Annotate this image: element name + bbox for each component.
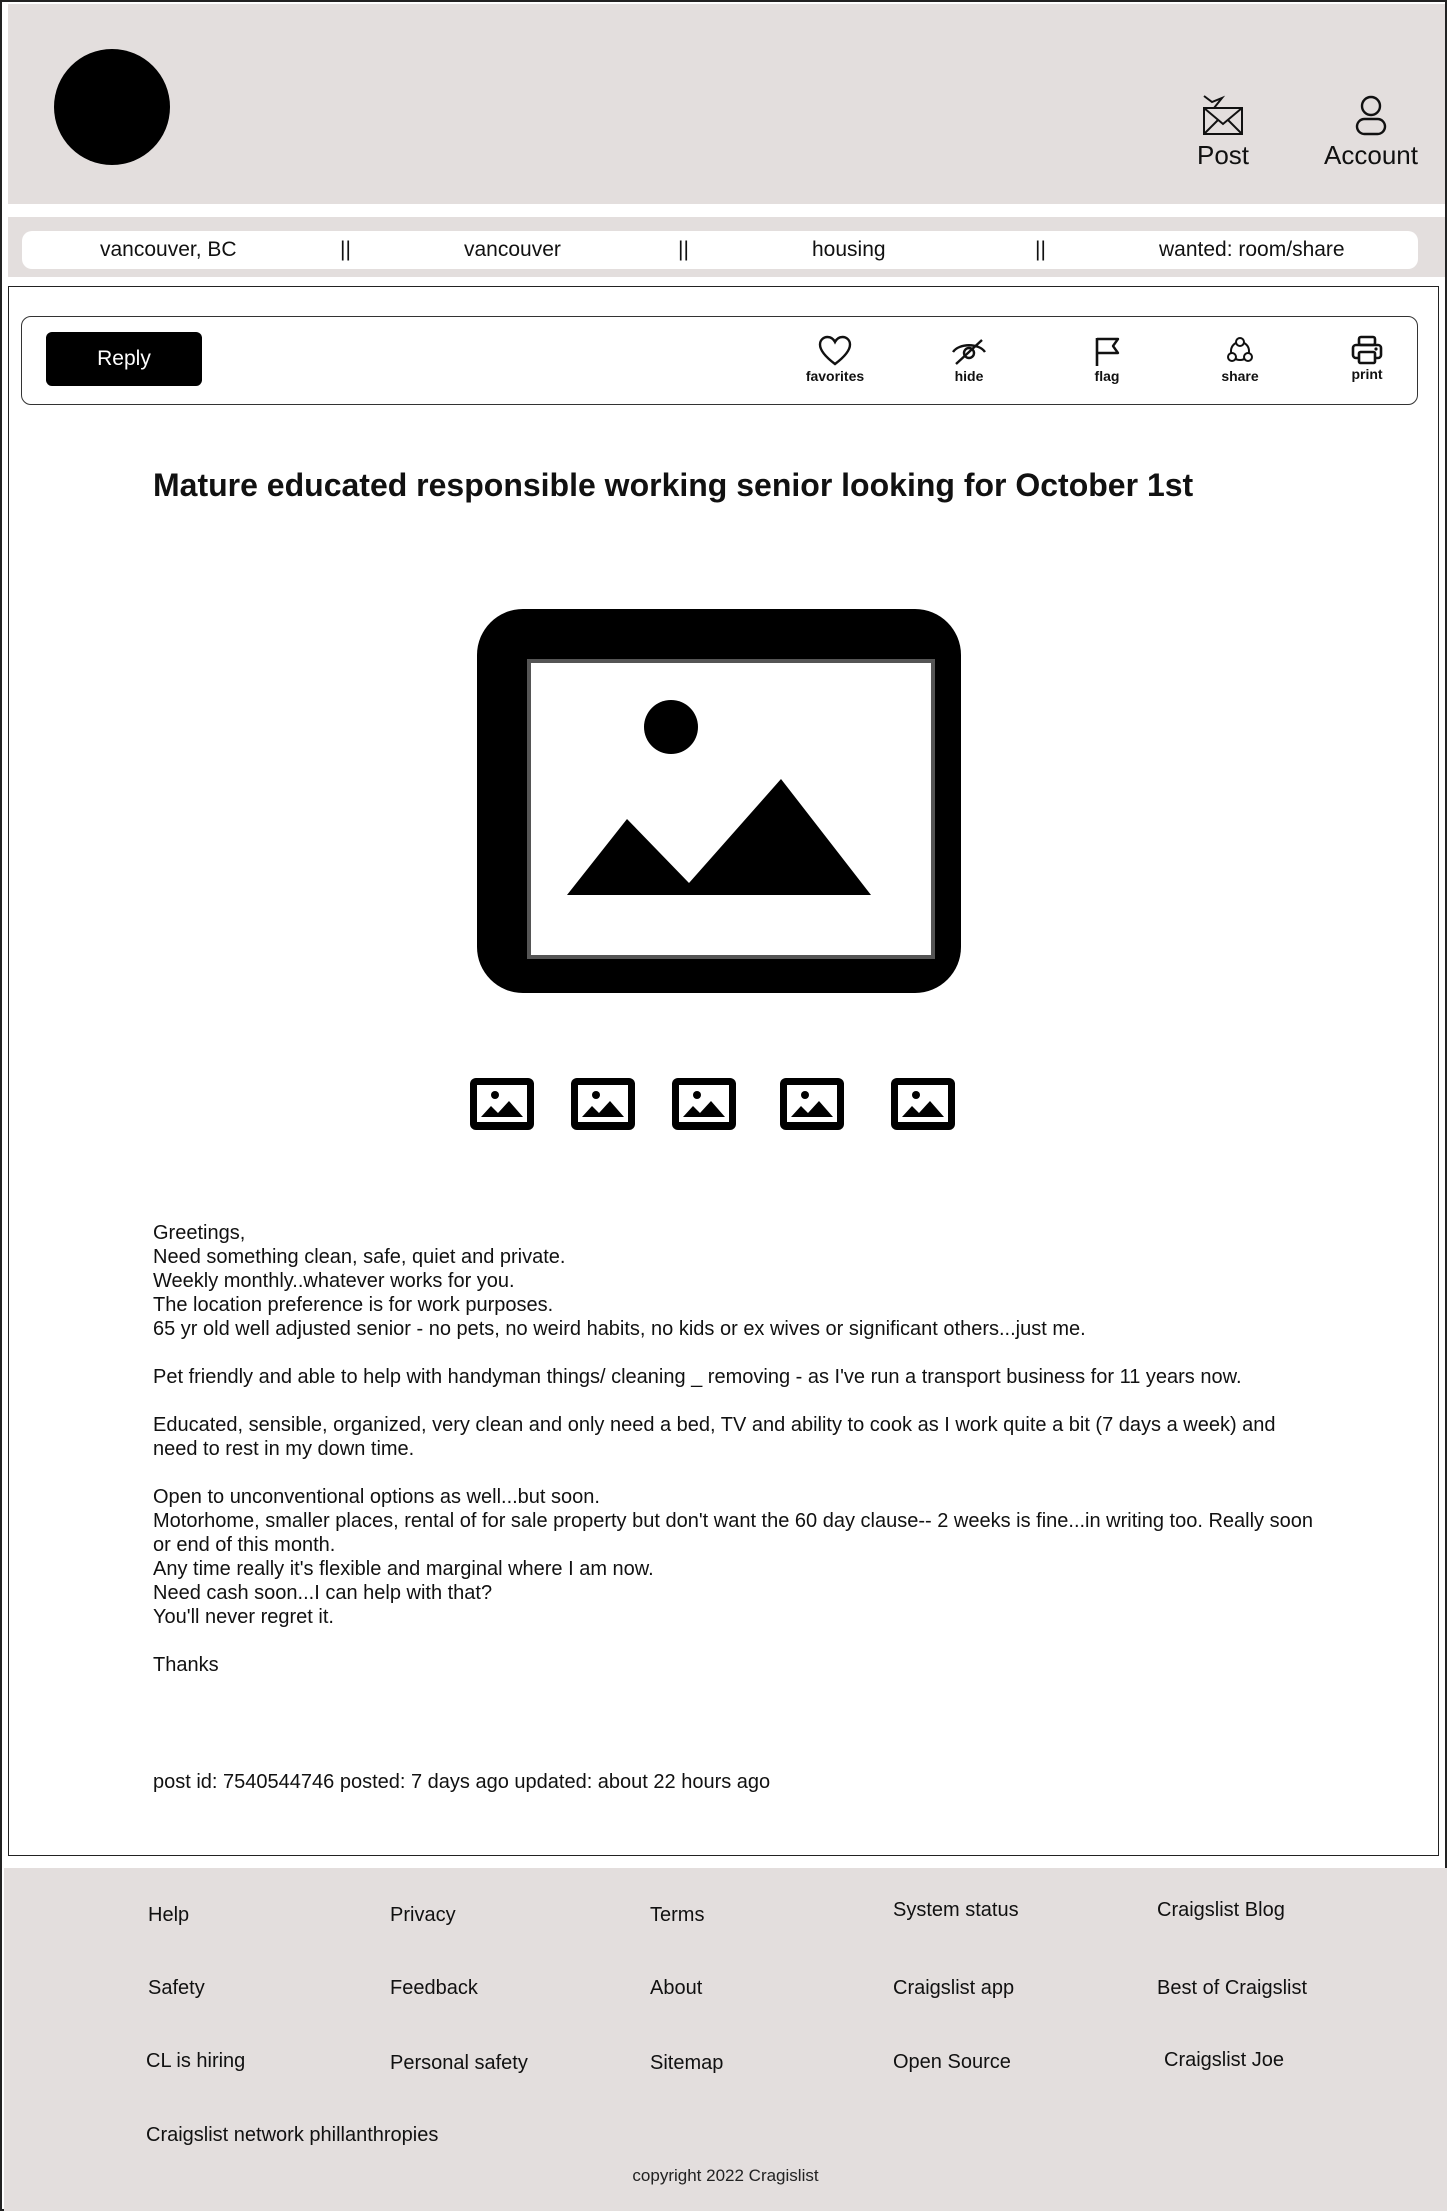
site-header: Post Account <box>8 4 1445 204</box>
site-footer: Help Privacy Terms System status Craigsl… <box>4 1868 1447 2211</box>
thumbnail-image-2[interactable] <box>568 1075 638 1133</box>
envelope-icon <box>1203 95 1243 135</box>
hide-button[interactable]: hide <box>924 335 1014 384</box>
post-paragraph: Thanks <box>153 1654 219 1676</box>
flag-button[interactable]: flag <box>1062 335 1152 384</box>
footer-link-terms[interactable]: Terms <box>650 1904 704 1927</box>
print-button[interactable]: print <box>1322 335 1412 382</box>
reply-button[interactable]: Reply <box>46 332 202 386</box>
post-meta: post id: 7540544746 posted: 7 days ago u… <box>153 1771 771 1793</box>
account-label: Account <box>1324 140 1418 170</box>
eye-off-icon <box>952 339 986 365</box>
thumbnail-image-1[interactable] <box>467 1075 537 1133</box>
breadcrumb-separator: || <box>340 238 351 261</box>
footer-link-philanthropies[interactable]: Craigslist network phillanthropies <box>146 2124 438 2147</box>
favorites-button[interactable]: favorites <box>790 335 880 384</box>
post-paragraph: Greetings, Need something clean, safe, q… <box>153 1222 1086 1340</box>
thumbnail-image-3[interactable] <box>669 1075 739 1133</box>
post-paragraph: Educated, sensible, organized, very clea… <box>153 1414 1276 1460</box>
printer-icon <box>1351 335 1383 365</box>
copyright: copyright 2022 Cragislist <box>632 2166 819 2185</box>
footer-link-open-source[interactable]: Open Source <box>893 2051 1011 2074</box>
footer-link-joe[interactable]: Craigslist Joe <box>1164 2049 1284 2072</box>
footer-link-feedback[interactable]: Feedback <box>390 1977 478 2000</box>
account-button[interactable]: Account <box>1312 94 1430 171</box>
post-toolbar: Reply favorites hide flag share print <box>21 316 1418 405</box>
thumbnail-image-4[interactable] <box>777 1075 847 1133</box>
breadcrumb-item-subcategory[interactable]: wanted: room/share <box>1159 238 1345 262</box>
flag-label: flag <box>1094 368 1120 384</box>
post-label: Post <box>1196 140 1250 170</box>
breadcrumb: vancouver, BC || vancouver || housing ||… <box>22 231 1418 269</box>
footer-link-system-status[interactable]: System status <box>893 1899 1019 1922</box>
footer-link-blog[interactable]: Craigslist Blog <box>1157 1899 1285 1922</box>
breadcrumb-container: vancouver, BC || vancouver || housing ||… <box>8 217 1445 277</box>
footer-link-hiring[interactable]: CL is hiring <box>146 2050 245 2073</box>
breadcrumb-separator: || <box>1035 238 1046 261</box>
thumbnail-image-5[interactable] <box>888 1075 958 1133</box>
footer-link-best-of[interactable]: Best of Craigslist <box>1157 1977 1307 2000</box>
footer-link-app[interactable]: Craigslist app <box>893 1977 1014 2000</box>
breadcrumb-item-category[interactable]: housing <box>812 238 886 262</box>
footer-link-personal-safety[interactable]: Personal safety <box>390 2052 528 2075</box>
footer-link-about[interactable]: About <box>650 1977 702 2000</box>
footer-link-privacy[interactable]: Privacy <box>390 1904 456 1927</box>
main-image-placeholder[interactable] <box>463 595 975 1007</box>
post-paragraph: Open to unconventional options as well..… <box>153 1486 1313 1628</box>
footer-link-help[interactable]: Help <box>148 1904 189 1927</box>
breadcrumb-item-region[interactable]: vancouver, BC <box>100 238 237 262</box>
print-label: print <box>1351 366 1383 382</box>
post-title: Mature educated responsible working seni… <box>153 467 1194 503</box>
footer-link-sitemap[interactable]: Sitemap <box>650 2052 723 2075</box>
share-label: share <box>1221 368 1259 384</box>
footer-link-safety[interactable]: Safety <box>148 1977 205 2000</box>
logo[interactable] <box>54 49 170 165</box>
flag-icon <box>1095 337 1120 366</box>
user-icon <box>1355 95 1387 136</box>
heart-icon <box>818 335 852 366</box>
share-icon <box>1227 337 1253 362</box>
page: Post Account vancouver, BC || vancouver … <box>0 0 1447 2211</box>
breadcrumb-item-city[interactable]: vancouver <box>464 238 561 262</box>
favorites-label: favorites <box>805 368 865 384</box>
share-button[interactable]: share <box>1195 335 1285 384</box>
post-container: Reply favorites hide flag share print Ma… <box>8 286 1439 1856</box>
hide-label: hide <box>954 368 984 384</box>
post-paragraph: Pet friendly and able to help with handy… <box>153 1366 1242 1388</box>
post-body: Greetings, Need something clean, safe, q… <box>153 1221 1313 1701</box>
breadcrumb-separator: || <box>678 238 689 261</box>
post-button[interactable]: Post <box>1178 94 1268 171</box>
